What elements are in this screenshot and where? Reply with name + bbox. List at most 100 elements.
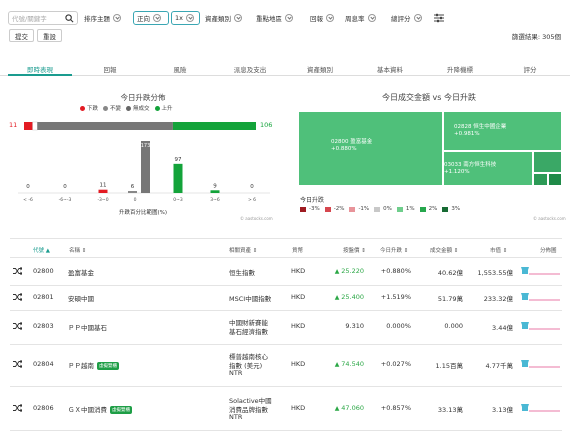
- cell-name[interactable]: 盈富基金: [68, 267, 94, 277]
- tick-label-0: < -6: [23, 197, 33, 203]
- bar-label-0: 0: [26, 184, 30, 190]
- compare-shuffle-icon[interactable]: [13, 322, 22, 330]
- cell-code[interactable]: 02806: [33, 404, 54, 412]
- dist-chart-title: 今日升跌分佈: [120, 93, 166, 102]
- search-icon: [65, 13, 74, 22]
- chevron-down-icon: [234, 14, 242, 22]
- treemap-tile-02828[interactable]: 02828 恒生中國企業 +0.981%: [443, 111, 562, 151]
- filter-rating[interactable]: 總評分: [391, 11, 422, 25]
- compare-shuffle-icon[interactable]: [13, 360, 22, 368]
- search-input[interactable]: 代號/關鍵字: [8, 11, 78, 25]
- distribution-sparkline[interactable]: [520, 321, 560, 331]
- treemap-tile-03033[interactable]: 03033 南方恒生科技 +1.120%: [443, 151, 533, 186]
- cell-name[interactable]: 安碩中國: [68, 293, 94, 303]
- tick-label-5: 3~6: [210, 197, 220, 203]
- bar-label-4: 97: [175, 157, 182, 163]
- tab-rating[interactable]: 評分: [524, 64, 537, 74]
- cell-ccy: HKD: [291, 267, 306, 275]
- distribution-sparkline[interactable]: [520, 403, 560, 413]
- col-price[interactable]: 按盤價 ⇕: [343, 246, 366, 254]
- legend-neg1pct: -1%: [349, 206, 369, 212]
- compare-shuffle-icon[interactable]: [13, 404, 22, 412]
- col-turnover[interactable]: 成交金額 ⇕: [430, 246, 458, 254]
- dual-counter-badge: 虛擬雙櫃: [97, 362, 119, 370]
- col-dist: 分佈圖: [540, 248, 557, 254]
- cell-mcap: 3.13億: [492, 406, 513, 414]
- row-separator: [10, 285, 562, 286]
- cell-ccy: HKD: [291, 293, 306, 301]
- result-count: 篩選結果: 305個: [511, 33, 561, 41]
- treemap-tile-small-3[interactable]: [548, 173, 562, 186]
- cell-name[interactable]: ＧＸ中國消費 虛擬雙櫃: [68, 404, 132, 414]
- col-asset[interactable]: 相關資產 ⇕: [229, 246, 257, 254]
- cell-mcap: 3.44億: [492, 324, 513, 332]
- tab-risk[interactable]: 風險: [174, 64, 187, 74]
- tile-change: +0.880%: [331, 145, 357, 152]
- compare-shuffle-icon[interactable]: [13, 293, 22, 301]
- tile-change: +1.120%: [444, 168, 470, 175]
- legend-neg3pct: -3%: [300, 206, 320, 212]
- cell-change: +1.519%: [380, 293, 411, 301]
- filter-asset-class[interactable]: 資產類別: [205, 11, 242, 25]
- cell-asset-line: NTR: [229, 412, 243, 421]
- tab-basic-info[interactable]: 基本資料: [377, 64, 403, 74]
- legend-3pct: 3%: [442, 206, 460, 212]
- legend-notrade: 無成交: [126, 104, 150, 112]
- treemap-tile-small-1[interactable]: [533, 151, 562, 173]
- cell-turnover: 1.15百萬: [435, 362, 463, 370]
- treemap-tile-small-2[interactable]: [533, 173, 548, 186]
- cell-price: ▲ 25.220: [334, 267, 364, 275]
- submit-button[interactable]: 提交: [9, 29, 34, 42]
- filter-yield[interactable]: 周息率: [345, 11, 376, 25]
- treemap-legend: -3% -2% -1% 0% 1% 2% 3%: [300, 206, 465, 212]
- reset-button[interactable]: 重設: [37, 29, 62, 42]
- legend-swatch: [442, 206, 449, 212]
- cell-code[interactable]: 02800: [33, 267, 54, 275]
- bar-label-6: 0: [250, 184, 254, 190]
- cell-code[interactable]: 02801: [33, 293, 54, 301]
- cell-price: ▲ 47.060: [334, 404, 364, 412]
- tab-risers[interactable]: 升降機標: [447, 64, 473, 74]
- filter-return[interactable]: 回報: [310, 11, 334, 25]
- filter-leverage[interactable]: 1x: [171, 11, 200, 25]
- compare-shuffle-icon[interactable]: [13, 267, 22, 275]
- table-top-line: [10, 238, 562, 239]
- col-change[interactable]: 今日升跌 ⇕: [380, 246, 408, 254]
- cell-turnover: 33.13萬: [437, 406, 463, 414]
- distribution-sparkline[interactable]: [520, 266, 560, 276]
- treemap-tile-02800[interactable]: 02800 盈富基金 +0.880%: [298, 111, 443, 186]
- dist-chart-xlabel: 升跌百分比範圍(%): [118, 210, 168, 216]
- tab-asset-class[interactable]: 資產類別: [307, 64, 333, 74]
- cell-turnover: 51.79萬: [437, 295, 463, 303]
- distribution-sparkline[interactable]: [520, 359, 560, 369]
- col-mcap[interactable]: 市值 ⇕: [490, 246, 507, 254]
- filter-sort-theme[interactable]: 排序主題: [84, 11, 121, 25]
- cell-asset-line: MSCI中國指數: [229, 294, 272, 303]
- bar-5: [210, 190, 220, 193]
- col-code[interactable]: 代號 ▲: [33, 246, 50, 254]
- cell-price: 9.310: [345, 322, 364, 330]
- cell-code[interactable]: 02803: [33, 322, 54, 330]
- cell-code[interactable]: 02804: [33, 360, 54, 368]
- tick-label-6: > 6: [248, 197, 256, 203]
- treemap-legend-title: 今日升跌: [300, 197, 325, 204]
- tab-return[interactable]: 回報: [104, 64, 117, 74]
- tab-realtime[interactable]: 即時表現: [27, 64, 53, 74]
- settings-sliders-icon[interactable]: [434, 13, 444, 23]
- legend-swatch: [300, 206, 306, 212]
- tab-dividend[interactable]: 派息及支出: [234, 64, 267, 74]
- filter-region[interactable]: 重點地區: [256, 11, 293, 25]
- legend-flat: 不變: [103, 104, 121, 112]
- cell-change: +0.880%: [380, 267, 411, 275]
- cell-name[interactable]: ＰＰ中國基石: [68, 322, 107, 332]
- filter-direction[interactable]: 正向: [133, 11, 169, 25]
- cell-ccy: HKD: [291, 322, 306, 330]
- col-name[interactable]: 名稱 ⇕: [69, 246, 86, 254]
- distribution-sparkline[interactable]: [520, 292, 560, 302]
- legend-0pct: 0%: [374, 206, 392, 212]
- cell-name[interactable]: ＰＰ越南 虛擬雙櫃: [68, 360, 119, 370]
- row-separator: [10, 310, 562, 311]
- dist-legend: 下跌 不變 無成交 上升: [80, 104, 178, 112]
- bar-label-3: 6: [131, 184, 135, 190]
- summary-bar-flat: [32, 121, 38, 131]
